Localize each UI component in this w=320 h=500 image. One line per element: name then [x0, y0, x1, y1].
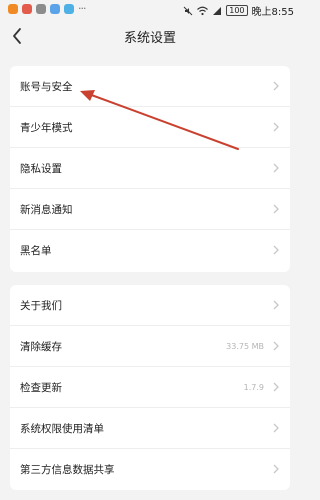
settings-item-label: 关于我们 — [20, 299, 62, 312]
chevron-right-icon — [273, 300, 279, 310]
chevron-right-icon — [273, 122, 279, 132]
settings-item-label: 隐私设置 — [20, 162, 62, 175]
settings-item-account-security[interactable]: 账号与安全 — [10, 66, 290, 107]
mute-icon — [183, 6, 193, 15]
app-notification-icon — [36, 4, 46, 14]
notification-icons: ··· — [8, 2, 86, 15]
version-value: 1.7.9 — [243, 382, 264, 392]
chevron-right-icon — [273, 163, 279, 173]
settings-item-notifications[interactable]: 新消息通知 — [10, 189, 290, 230]
more-notifications-icon: ··· — [78, 2, 86, 15]
system-status: 100 晚上8:55 — [183, 3, 294, 18]
settings-group-account: 账号与安全 青少年模式 隐私设置 新消息通知 黑名单 — [10, 66, 290, 272]
settings-item-youth-mode[interactable]: 青少年模式 — [10, 107, 290, 148]
settings-item-about[interactable]: 关于我们 — [10, 285, 290, 326]
app-notification-icon — [8, 4, 18, 14]
settings-item-blacklist[interactable]: 黑名单 — [10, 230, 290, 271]
settings-item-label: 青少年模式 — [20, 121, 73, 134]
status-bar: ··· 100 晚上8:55 — [0, 0, 300, 20]
settings-group-system: 关于我们 清除缓存 33.75 MB 检查更新 1.7.9 系统权限使用清单 第… — [10, 285, 290, 490]
settings-item-privacy[interactable]: 隐私设置 — [10, 148, 290, 189]
cache-size-value: 33.75 MB — [226, 341, 264, 351]
battery-level: 100 — [226, 5, 248, 16]
chevron-right-icon — [273, 464, 279, 474]
chevron-right-icon — [273, 204, 279, 214]
settings-item-label: 新消息通知 — [20, 203, 73, 216]
signal-icon — [213, 6, 222, 15]
settings-item-label: 账号与安全 — [20, 80, 73, 93]
app-notification-icon — [22, 4, 32, 14]
page-title: 系统设置 — [123, 31, 176, 46]
chevron-right-icon — [273, 382, 279, 392]
settings-item-label: 第三方信息数据共享 — [20, 464, 115, 476]
settings-item-third-party-sharing[interactable]: 第三方信息数据共享 — [10, 449, 290, 490]
chevron-right-icon — [273, 81, 279, 91]
settings-item-label: 清除缓存 — [20, 340, 62, 353]
app-notification-icon — [64, 4, 74, 14]
nav-bar: 系统设置 — [0, 20, 300, 54]
settings-item-permissions-list[interactable]: 系统权限使用清单 — [10, 408, 290, 449]
wifi-icon — [197, 6, 209, 15]
settings-item-label: 检查更新 — [20, 381, 62, 394]
chevron-right-icon — [273, 245, 279, 255]
chevron-right-icon — [273, 423, 279, 433]
settings-item-label: 系统权限使用清单 — [20, 422, 104, 435]
app-notification-icon — [50, 4, 60, 14]
status-time: 晚上8:55 — [251, 7, 294, 18]
chevron-right-icon — [273, 341, 279, 351]
settings-item-clear-cache[interactable]: 清除缓存 33.75 MB — [10, 326, 290, 367]
settings-item-label: 黑名单 — [20, 245, 52, 257]
settings-item-check-update[interactable]: 检查更新 1.7.9 — [10, 367, 290, 408]
